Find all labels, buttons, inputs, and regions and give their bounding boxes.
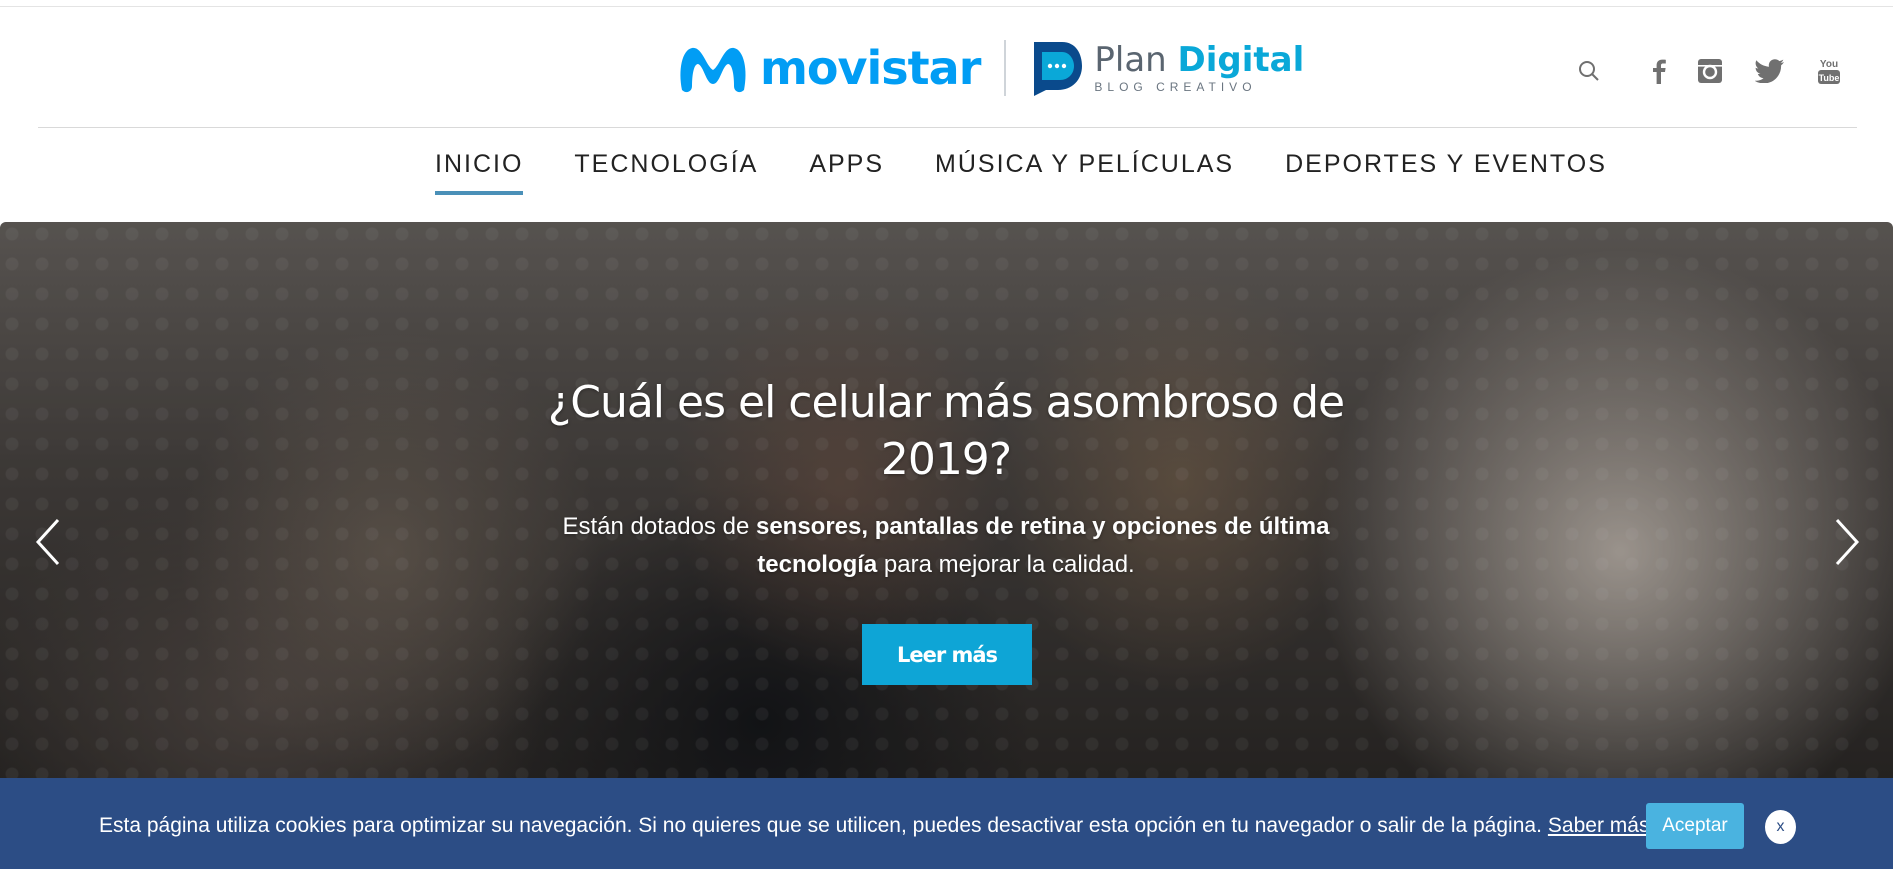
youtube-icon: You Tube bbox=[1818, 59, 1840, 84]
movistar-m-logo-icon bbox=[680, 47, 746, 93]
hero-content: ¿Cuál es el celular más asombroso de 201… bbox=[546, 374, 1346, 584]
blog-title: Plan Digital bbox=[1094, 40, 1305, 80]
facebook-icon bbox=[1653, 59, 1666, 84]
brand-divider bbox=[1004, 40, 1007, 96]
learn-more-link[interactable]: Saber más bbox=[1548, 814, 1650, 837]
svg-text:You: You bbox=[1820, 59, 1838, 70]
nav-item-musica-y-peliculas[interactable]: MÚSICA Y PELÍCULAS bbox=[935, 150, 1234, 195]
instagram-icon bbox=[1698, 59, 1722, 83]
nav-item-deportes-y-eventos[interactable]: DEPORTES Y EVENTOS bbox=[1285, 150, 1607, 195]
slider-next-arrow-icon[interactable] bbox=[1827, 512, 1867, 572]
accept-cookies-button[interactable]: Aceptar bbox=[1646, 803, 1744, 849]
cookie-banner: Esta página utiliza cookies para optimiz… bbox=[0, 778, 1893, 869]
nav-list: INICIO TECNOLOGÍA APPS MÚSICA Y PELÍCULA… bbox=[435, 150, 1658, 195]
plan-digital-logo-icon bbox=[1034, 42, 1083, 96]
twitter-icon bbox=[1755, 59, 1784, 83]
nav-item-tecnologia[interactable]: TECNOLOGÍA bbox=[574, 150, 758, 195]
hero-description: Están dotados de sensores, pantallas de … bbox=[562, 513, 1330, 578]
svg-text:Tube: Tube bbox=[1819, 73, 1840, 83]
cookie-message: Esta página utiliza cookies para optimiz… bbox=[99, 814, 1650, 837]
hero-slider: ¿Cuál es el celular más asombroso de 201… bbox=[0, 222, 1893, 778]
instagram-link[interactable] bbox=[1694, 51, 1726, 91]
slider-prev-arrow-icon[interactable] bbox=[28, 512, 68, 572]
brand-name: movistar bbox=[760, 41, 981, 95]
blog-subtitle: BLOG CREATIVO bbox=[1094, 80, 1257, 94]
search-button[interactable] bbox=[1574, 51, 1604, 91]
facebook-link[interactable] bbox=[1644, 51, 1674, 91]
youtube-link[interactable]: You Tube bbox=[1812, 51, 1846, 91]
search-icon bbox=[1579, 61, 1599, 81]
nav-item-apps[interactable]: APPS bbox=[809, 150, 884, 195]
twitter-link[interactable] bbox=[1752, 51, 1788, 91]
nav-item-inicio[interactable]: INICIO bbox=[435, 150, 524, 195]
main-nav: INICIO TECNOLOGÍA APPS MÚSICA Y PELÍCULA… bbox=[0, 128, 1893, 200]
close-cookie-banner-button[interactable]: x bbox=[1765, 810, 1796, 844]
hero-title: ¿Cuál es el celular más asombroso de 201… bbox=[547, 377, 1345, 485]
brand-logo[interactable]: movistar Plan Digital BLOG CREATIVO bbox=[676, 33, 1304, 103]
plan-digital-text: Plan Digital BLOG CREATIVO bbox=[1094, 42, 1304, 94]
read-more-button[interactable]: Leer más bbox=[862, 624, 1032, 685]
site-header: movistar Plan Digital BLOG CREATIVO You … bbox=[0, 7, 1893, 127]
